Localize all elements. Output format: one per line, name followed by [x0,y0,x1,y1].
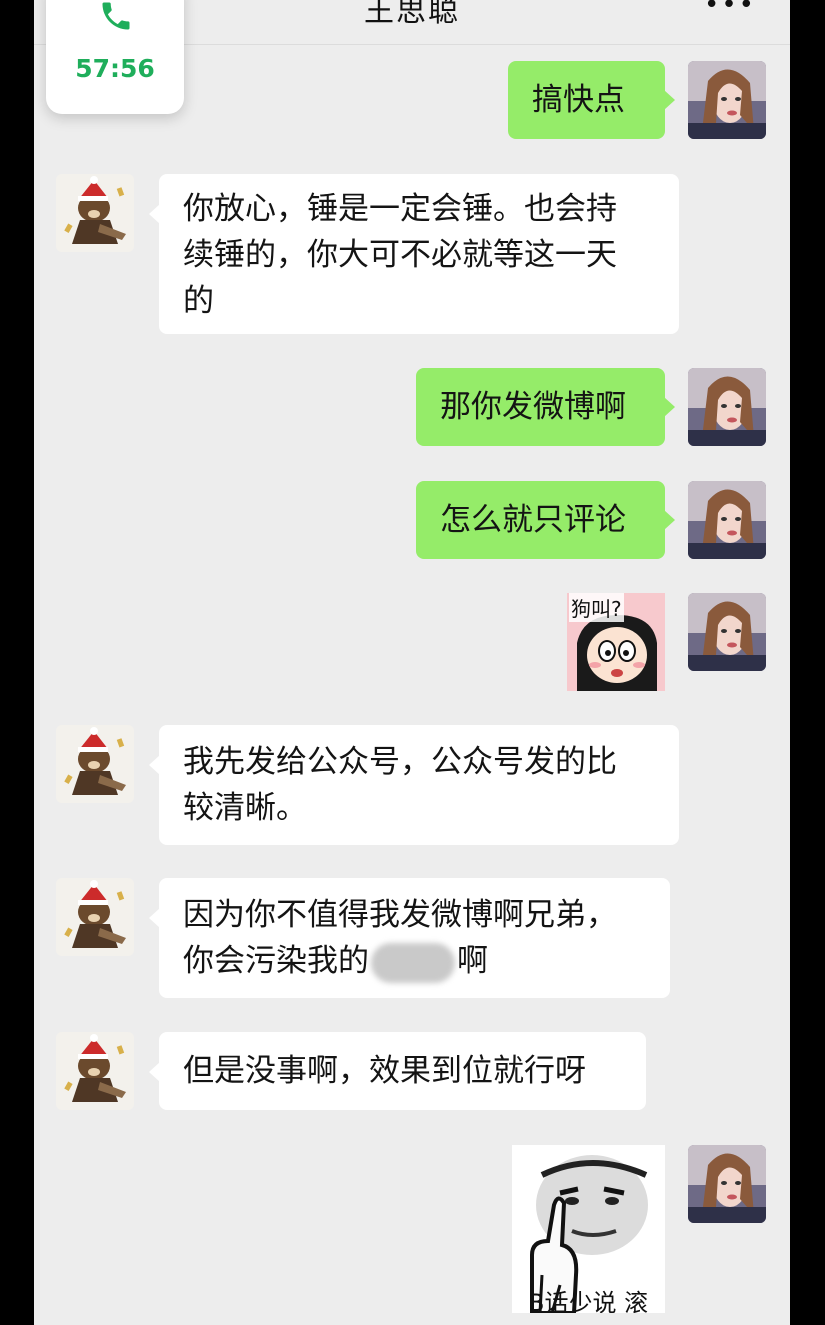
message-bubble-outgoing[interactable]: 怎么就只评论 [416,481,675,559]
self-avatar[interactable] [688,593,766,671]
message-text: 搞快点 [532,82,625,118]
message-text: 那你发微博啊 [440,389,626,425]
self-avatar[interactable] [688,481,766,559]
contact-avatar[interactable] [56,725,134,803]
message-text-line-2: 你会污染我的 啊 [183,938,646,984]
message-text-line: 我先发给公众号，公众号发的比 [183,744,617,780]
message-text: 怎么就只评论 [440,502,626,538]
sticker-caption: B话少说 滚 [528,1289,649,1313]
phone-icon [102,2,130,30]
self-avatar[interactable] [688,1145,766,1223]
message-bubble-incoming[interactable]: 但是没事啊，效果到位就行呀 [149,1032,646,1110]
call-duration: 57:56 [75,54,155,83]
message-bubble-outgoing[interactable]: 搞快点 [508,61,675,139]
contact-avatar[interactable] [56,174,134,252]
message-text-segment: 啊 [457,943,488,979]
message-text-line: 续锤的，你大可不必就等这一天 [183,237,617,273]
redacted-text [371,942,455,983]
sticker-caption: 狗叫? [569,593,624,622]
message-text-line: 较清晰。 [183,790,307,826]
contact-avatar[interactable] [56,878,134,956]
message-text-segment: 你会污染我的 [183,943,369,979]
sticker-cartoon[interactable]: 狗叫? [567,593,665,691]
message-bubble-incoming[interactable]: 因为你不值得我发微博啊兄弟， 你会污染我的 啊 [149,878,670,998]
voice-call-widget[interactable]: 57:56 [46,0,184,114]
more-dots-icon[interactable]: ••• [704,0,756,20]
message-bubble-incoming[interactable]: 我先发给公众号，公众号发的比 较清晰。 [149,725,679,845]
message-text-line: 你放心，锤是一定会锤。也会持 [183,191,617,227]
contact-avatar[interactable] [56,1032,134,1110]
message-text: 但是没事啊，效果到位就行呀 [183,1053,586,1089]
chat-screen: 王思聪 ••• 57:56 搞快点 你放心，锤是一定会锤。也会持 续锤的，你大可… [34,0,790,1325]
self-avatar[interactable] [688,61,766,139]
message-bubble-incoming[interactable]: 你放心，锤是一定会锤。也会持 续锤的，你大可不必就等这一天 的 [149,174,679,334]
message-text-line: 因为你不值得我发微博啊兄弟， [183,897,617,933]
sticker-meme[interactable]: B话少说 滚 [512,1145,665,1313]
message-bubble-outgoing[interactable]: 那你发微博啊 [416,368,675,446]
message-text-line: 的 [183,283,214,319]
self-avatar[interactable] [688,368,766,446]
